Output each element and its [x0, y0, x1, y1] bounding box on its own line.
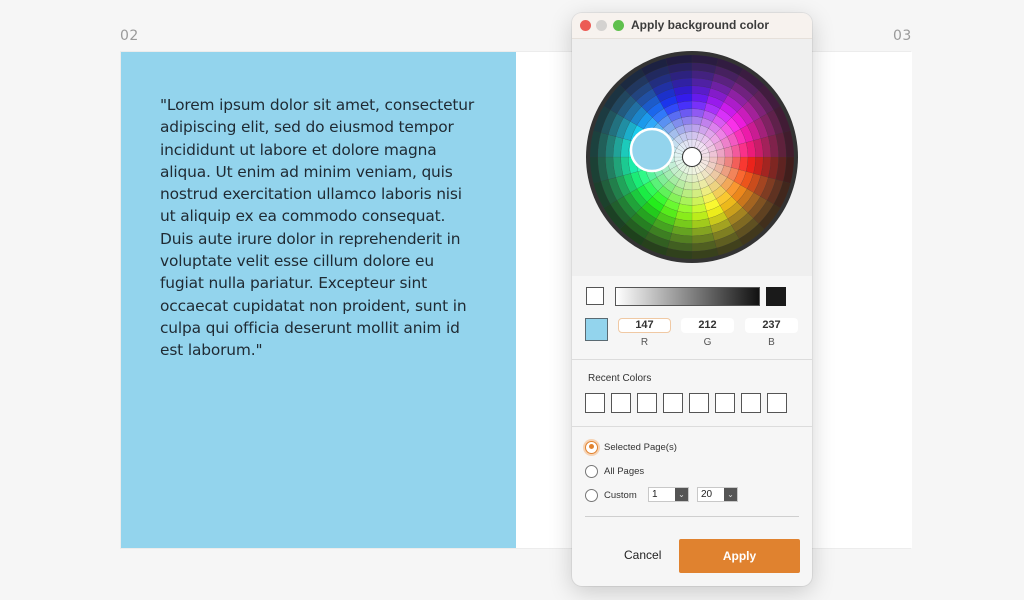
radio-custom[interactable]: [585, 488, 598, 502]
apply-button[interactable]: Apply: [679, 539, 800, 573]
custom-from-select[interactable]: 1 ⌄: [648, 487, 689, 502]
custom-from-value: 1: [652, 489, 658, 500]
radio-all-pages[interactable]: [585, 464, 598, 478]
option-selected-pages[interactable]: Selected Page(s): [585, 439, 677, 455]
grayscale-slider[interactable]: [615, 287, 760, 306]
recent-color-swatch[interactable]: [715, 393, 735, 413]
color-wheel-cell[interactable]: [723, 146, 733, 158]
recent-color-swatch[interactable]: [637, 393, 657, 413]
blue-label: B: [768, 337, 775, 348]
radio-selected-pages[interactable]: [585, 440, 598, 454]
red-input[interactable]: 147: [618, 318, 671, 333]
option-all-pages[interactable]: All Pages: [585, 463, 644, 479]
green-input[interactable]: 212: [681, 318, 734, 333]
quote-text: "Lorem ipsum dolor sit amet, consectetur…: [160, 96, 475, 360]
all-pages-label: All Pages: [604, 465, 645, 477]
color-picker-handle[interactable]: [629, 127, 675, 173]
page-number-right: 03: [893, 28, 912, 44]
recent-color-swatch[interactable]: [585, 393, 605, 413]
color-wheel-cell[interactable]: [681, 116, 693, 126]
divider: [585, 516, 799, 517]
color-wheel-cell[interactable]: [691, 188, 703, 198]
recent-color-swatch[interactable]: [689, 393, 709, 413]
white-swatch[interactable]: [586, 287, 604, 305]
minimize-window-button[interactable]: [596, 20, 607, 31]
divider: [572, 426, 812, 427]
divider: [572, 359, 812, 360]
black-swatch[interactable]: [766, 287, 786, 306]
recent-color-swatch[interactable]: [611, 393, 631, 413]
recent-color-swatch[interactable]: [663, 393, 683, 413]
cancel-button[interactable]: Cancel: [624, 548, 661, 562]
zoom-window-button[interactable]: [613, 20, 624, 31]
page-number-left: 02: [120, 28, 139, 44]
recent-colors-label: Recent Colors: [588, 373, 652, 384]
chevron-down-icon[interactable]: ⌄: [724, 488, 737, 501]
option-custom[interactable]: Custom: [585, 487, 637, 503]
custom-to-select[interactable]: 20 ⌄: [697, 487, 738, 502]
color-wheel-area: [572, 39, 812, 276]
red-label: R: [640, 337, 649, 348]
color-wheel-center: [683, 148, 701, 166]
rgb-row: 147 212 237 R G B: [572, 317, 812, 357]
chevron-down-icon[interactable]: ⌄: [675, 488, 688, 501]
custom-label: Custom: [604, 489, 637, 501]
left-page[interactable]: "Lorem ipsum dolor sit amet, consectetur…: [121, 52, 516, 548]
green-label: G: [703, 337, 712, 348]
recent-color-swatch[interactable]: [741, 393, 761, 413]
close-window-button[interactable]: [580, 20, 591, 31]
selected-pages-label: Selected Page(s): [604, 441, 677, 453]
recent-color-swatch[interactable]: [767, 393, 787, 413]
grayscale-row: [572, 287, 812, 307]
dialog-title: Apply background color: [631, 18, 770, 32]
apply-background-color-dialog: Apply background color 147 212 237 R G B…: [572, 13, 812, 586]
blue-input[interactable]: 237: [745, 318, 798, 333]
custom-to-value: 20: [701, 489, 713, 500]
color-wheel[interactable]: [585, 50, 799, 264]
title-bar: Apply background color: [572, 13, 812, 39]
current-color-swatch: [585, 318, 608, 341]
